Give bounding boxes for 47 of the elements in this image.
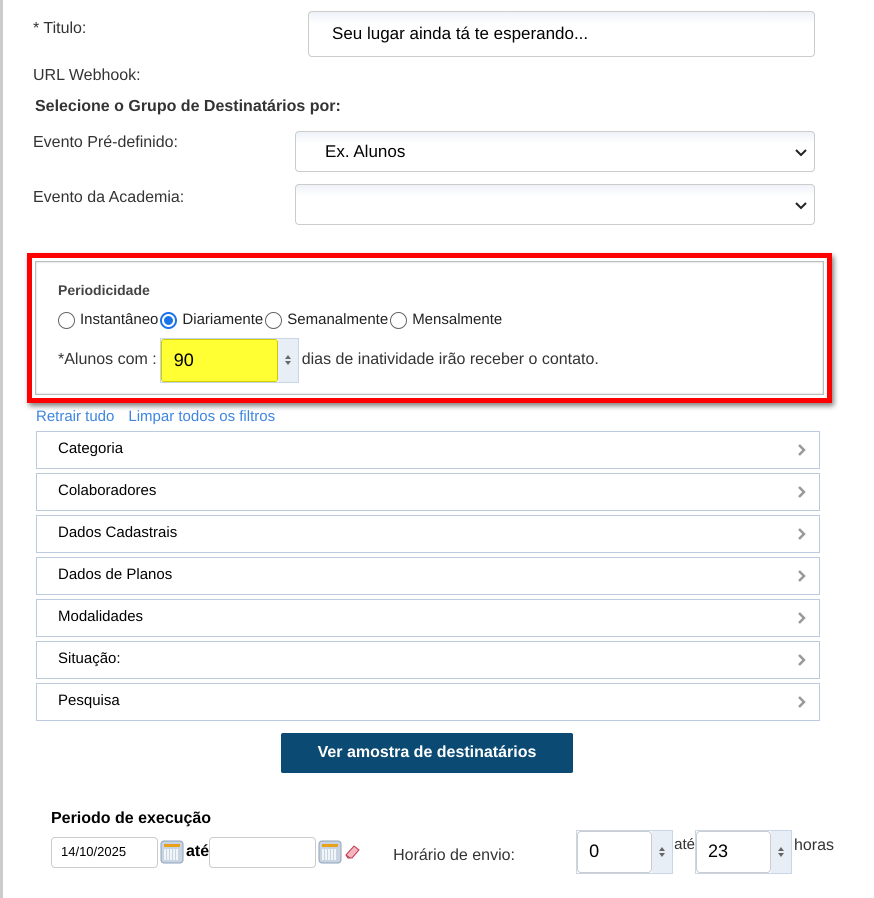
accordion-item[interactable]: Situação: xyxy=(36,640,820,678)
preview-button[interactable]: Ver amostra de destinatários xyxy=(281,732,573,772)
section-heading: Periodicidade xyxy=(58,281,150,300)
chevron-right-icon xyxy=(797,694,807,708)
number-field[interactable]: 90 xyxy=(160,338,299,382)
filter-link[interactable]: Retrair tudo xyxy=(36,406,114,428)
title-input[interactable]: Seu lugar ainda tá te esperando... xyxy=(308,11,815,57)
field-label: Horário de envio: xyxy=(393,846,516,866)
field-label: Evento da Academia: xyxy=(33,188,186,208)
chevron-right-icon xyxy=(797,442,807,456)
field-label: * Titulo: xyxy=(33,19,88,39)
field-label: até xyxy=(186,842,210,862)
accordion-item[interactable]: Colaboradores xyxy=(36,472,820,510)
accordion-item[interactable]: Dados de Planos xyxy=(36,556,820,594)
accordion-item[interactable]: Modalidades xyxy=(36,598,820,636)
accordion-item[interactable]: Categoria xyxy=(36,430,820,468)
radio-option[interactable]: Instantâneo xyxy=(56,309,158,332)
radio-option[interactable]: Semanalmente xyxy=(263,309,388,332)
spinner-icon xyxy=(652,830,672,872)
field-label: horas xyxy=(794,836,834,856)
field-label: até xyxy=(674,834,695,854)
field-label: URL Webhook: xyxy=(33,66,141,86)
chevron-right-icon xyxy=(797,652,807,666)
radio-option[interactable]: Mensalmente xyxy=(388,309,502,332)
calendar-icon[interactable] xyxy=(160,840,184,864)
calendar-icon[interactable] xyxy=(318,840,342,864)
field-label: dias de inatividade irão receber o contato. xyxy=(302,350,599,370)
select-field[interactable] xyxy=(295,184,815,225)
accordion-item[interactable]: Pesquisa xyxy=(36,682,820,720)
number-field[interactable]: 23 xyxy=(694,830,792,874)
chevron-right-icon xyxy=(797,526,807,540)
field-label: *Alunos com : xyxy=(58,350,157,370)
section-heading: Selecione o Grupo de Destinatários por: xyxy=(35,97,341,117)
accordion-item[interactable]: Dados Cadastrais xyxy=(36,514,820,552)
date-field[interactable] xyxy=(209,836,316,868)
chevron-right-icon xyxy=(797,484,807,498)
chevron-right-icon xyxy=(797,568,807,582)
select-field[interactable]: Ex. Alunos xyxy=(295,131,815,172)
filter-link[interactable]: Limpar todos os filtros xyxy=(128,406,276,428)
spinner-icon xyxy=(770,830,791,872)
date-field[interactable]: 14/10/2025 xyxy=(51,836,158,868)
section-heading: Periodo de execução xyxy=(51,808,212,828)
chevron-right-icon xyxy=(797,610,807,624)
spinner-icon xyxy=(278,338,298,382)
radio-option[interactable]: Diariamente xyxy=(158,309,264,332)
field-label: Evento Pré-definido: xyxy=(33,133,179,153)
number-field[interactable]: 0 xyxy=(576,830,674,874)
